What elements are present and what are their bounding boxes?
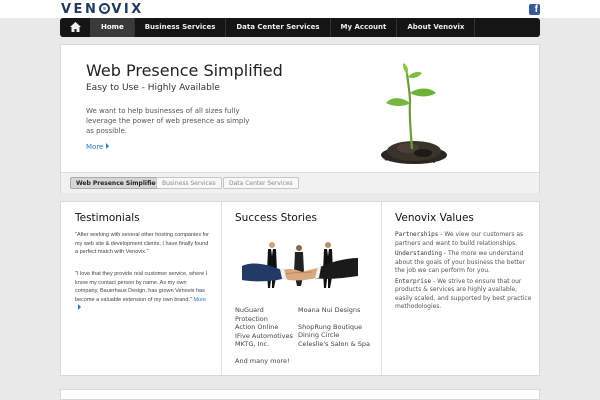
- hero-tab-bar: Web Presence Simplified Business Service…: [61, 172, 539, 193]
- logo-o-icon: [99, 3, 111, 14]
- arrow-right-icon: [106, 143, 110, 149]
- logo-text-left: VEN: [61, 2, 99, 17]
- story-shoprung[interactable]: ShopRung Boutique: [298, 323, 373, 332]
- top-bar: VEN VIX f: [0, 0, 600, 18]
- value-enterprise: Enterprise - We strive to ensure that ou…: [395, 278, 532, 312]
- value-key: Enterprise: [395, 277, 432, 285]
- success-stories-left-list: NuGuard Protection Action Online IFive A…: [235, 306, 297, 365]
- nav-item-home[interactable]: Home: [91, 18, 135, 37]
- hero-tab-data-center-services[interactable]: Data Center Services: [223, 177, 299, 189]
- arrow-right-icon: [78, 304, 81, 310]
- value-key: Partnerships: [395, 231, 439, 238]
- list-spacer: [298, 315, 373, 323]
- home-icon: [70, 22, 81, 32]
- testimonials-title: Testimonials: [75, 212, 140, 224]
- nav-item-data-center-services[interactable]: Data Center Services: [226, 18, 331, 37]
- hero-panel: Web Presence Simplified Easy to Use - Hi…: [60, 44, 540, 193]
- success-stories-title: Success Stories: [235, 212, 317, 224]
- facebook-icon[interactable]: f: [529, 4, 540, 15]
- story-celeslies-salon[interactable]: Celeslie's Salon & Spa: [298, 340, 373, 349]
- testimonials-more-label: More: [193, 296, 206, 303]
- nav-item-my-account[interactable]: My Account: [331, 18, 398, 37]
- story-nuguard[interactable]: NuGuard Protection: [235, 306, 297, 323]
- sprout-plant-image: [381, 63, 447, 164]
- bottom-panel: [60, 389, 540, 400]
- business-handshake-image: [242, 242, 358, 288]
- hero-more-link[interactable]: More: [86, 143, 110, 151]
- values-list: Partnerships - We view our customers as …: [395, 231, 532, 314]
- logo-text-right: VIX: [111, 2, 144, 17]
- testimonial-quote-1: "After working with several other hostin…: [75, 232, 210, 255]
- testimonials-column: Testimonials "After working with several…: [61, 202, 221, 375]
- values-column: Venovix Values Partnerships - We view ou…: [381, 202, 539, 375]
- story-and-many-more[interactable]: And many more!: [235, 357, 297, 366]
- hero-more-label: More: [86, 143, 104, 151]
- story-ifive-automotives[interactable]: IFive Automotives: [235, 332, 297, 341]
- hero-body: We want to help businesses of all sizes …: [86, 107, 250, 135]
- story-moana-nui[interactable]: Moana Nui Designs: [298, 306, 373, 315]
- value-key: Understanding: [395, 250, 442, 257]
- story-dining-circle[interactable]: Dining Circle: [298, 331, 373, 340]
- story-mktg[interactable]: MKTG, Inc.: [235, 340, 297, 349]
- list-spacer: [235, 349, 297, 357]
- nav-home-icon-button[interactable]: [60, 18, 91, 37]
- nav-item-business-services[interactable]: Business Services: [135, 18, 227, 37]
- success-stories-column: Success Stories NuGuard Protection Actio…: [221, 202, 381, 375]
- nav-item-about-venovix[interactable]: About Venovix: [397, 18, 476, 37]
- story-action-online[interactable]: Action Online: [235, 323, 297, 332]
- hero-title: Web Presence Simplified: [86, 61, 283, 80]
- main-nav: Home Business Services Data Center Servi…: [60, 18, 540, 37]
- hero-subtitle: Easy to Use - Highly Available: [86, 83, 220, 93]
- value-understanding: Understanding - The more we understand a…: [395, 250, 532, 276]
- venovix-logo[interactable]: VEN VIX: [61, 2, 144, 17]
- content-panels: Testimonials "After working with several…: [60, 201, 540, 376]
- hero-tab-web-presence[interactable]: Web Presence Simplified: [70, 177, 166, 189]
- success-stories-right-list: Moana Nui Designs ShopRung Boutique Dini…: [298, 306, 373, 348]
- hero-tab-business-services[interactable]: Business Services: [156, 177, 222, 189]
- value-partnerships: Partnerships - We view our customers as …: [395, 231, 532, 248]
- testimonial-quote-2: "I love that they provide real customer …: [75, 270, 211, 314]
- testimonial-quote-2-text: "I love that they provide real customer …: [75, 271, 208, 303]
- values-title: Venovix Values: [395, 212, 474, 224]
